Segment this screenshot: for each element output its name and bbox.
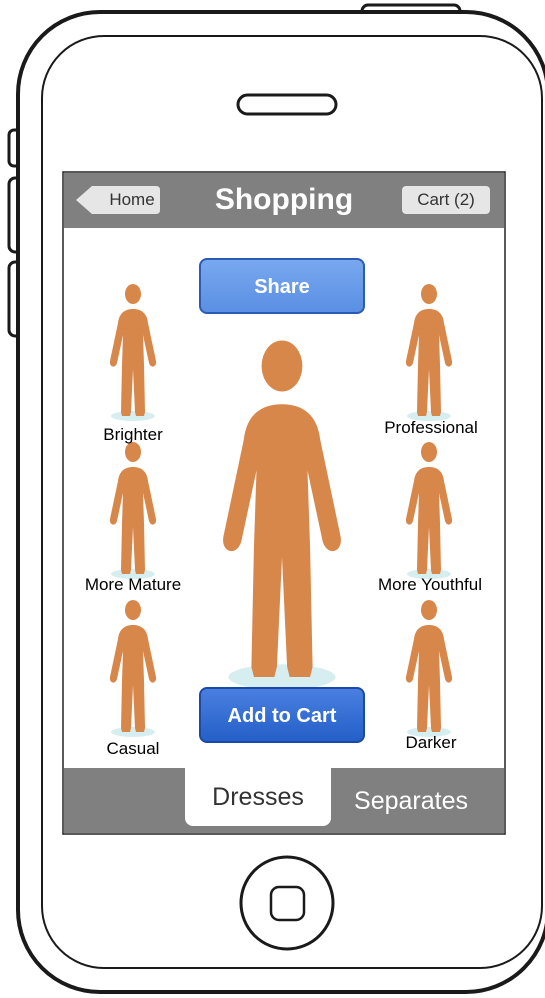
variant-figure-brighter[interactable] [109,284,157,421]
home-button-square-icon [269,885,306,922]
variant-figure-professional[interactable] [405,284,453,421]
cart-button[interactable]: Cart (2) [402,186,490,214]
navigation-bar: Home Shopping Cart (2) [64,173,504,228]
variant-label-more-mature[interactable]: More Mature [78,575,188,595]
tab-separates[interactable]: Separates [336,772,486,830]
variant-label-casual[interactable]: Casual [83,739,183,759]
tab-dresses[interactable]: Dresses [185,768,331,826]
main-model-figure [223,340,341,690]
share-button[interactable]: Share [199,258,365,314]
variant-label-brighter[interactable]: Brighter [83,425,183,445]
variant-label-professional[interactable]: Professional [369,418,493,438]
speaker-slot [236,93,338,116]
variant-label-darker[interactable]: Darker [379,733,483,753]
category-tab-bar: Dresses Separates [64,768,504,833]
dress-preview-area: Share Add to Cart Brighter More Mature C… [64,228,504,768]
app-screen: Home Shopping Cart (2) Share Add to Cart… [64,173,504,833]
variant-figure-darker[interactable] [405,600,453,737]
variant-figure-casual[interactable] [109,600,157,737]
variant-figure-more-youthful[interactable] [405,442,453,579]
variant-figure-more-mature[interactable] [109,442,157,579]
variant-label-more-youthful[interactable]: More Youthful [368,575,492,595]
add-to-cart-button[interactable]: Add to Cart [199,687,365,743]
